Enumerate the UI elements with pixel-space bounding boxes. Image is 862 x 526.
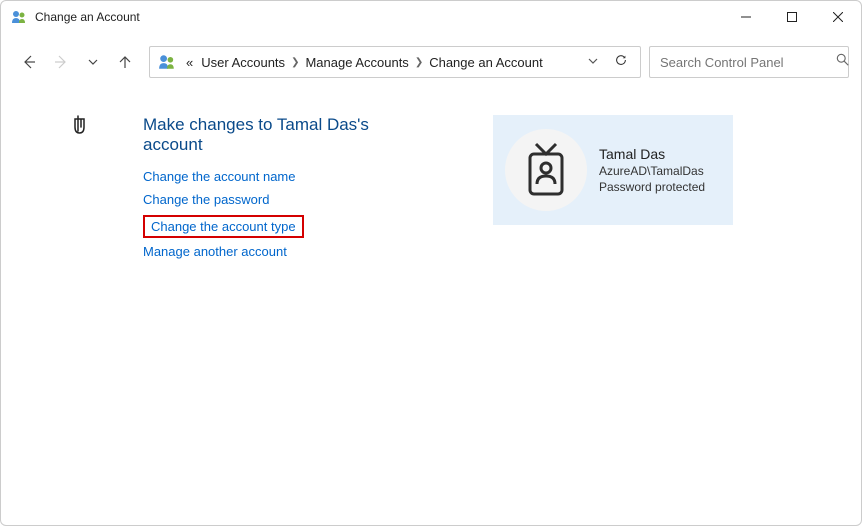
breadcrumb-prefix: « [182,55,197,70]
toolbar: « User Accounts ❯ Manage Accounts ❯ Chan… [1,41,861,83]
address-bar[interactable]: « User Accounts ❯ Manage Accounts ❯ Chan… [149,46,641,78]
account-status: Password protected [599,180,705,194]
page-heading: Make changes to Tamal Das's account [143,115,433,155]
change-password-link[interactable]: Change the password [143,192,269,207]
highlighted-action: Change the account type [143,215,304,238]
search-input[interactable] [660,55,836,70]
search-icon [836,53,850,72]
change-name-link[interactable]: Change the account name [143,169,296,184]
maximize-button[interactable] [769,1,815,33]
recent-dropdown[interactable] [77,46,109,78]
user-accounts-icon [158,53,176,71]
close-button[interactable] [815,1,861,33]
account-info: Tamal Das AzureAD\TamalDas Password prot… [599,146,705,194]
window: Change an Account [0,0,862,526]
change-type-link[interactable]: Change the account type [151,219,296,234]
breadcrumb-user-accounts[interactable]: User Accounts [197,55,289,70]
search-box[interactable] [649,46,849,78]
user-accounts-icon [11,9,27,25]
up-button[interactable] [109,46,141,78]
window-controls [723,1,861,33]
address-bar-right [584,49,632,76]
account-domain: AzureAD\TamalDas [599,164,705,178]
titlebar: Change an Account [1,1,861,33]
account-card[interactable]: Tamal Das AzureAD\TamalDas Password prot… [493,115,733,225]
minimize-button[interactable] [723,1,769,33]
forward-button[interactable] [45,46,77,78]
breadcrumb-manage-accounts[interactable]: Manage Accounts [301,55,412,70]
window-title: Change an Account [35,10,723,24]
chevron-right-icon: ❯ [289,57,301,68]
content-area: « User Accounts ❯ Manage Accounts ❯ Chan… [1,33,861,267]
address-dropdown[interactable] [584,52,602,73]
refresh-button[interactable] [610,49,632,76]
breadcrumb-change-account[interactable]: Change an Account [425,55,546,70]
chevron-right-icon: ❯ [413,57,425,68]
actions-panel: Make changes to Tamal Das's account Chan… [143,115,433,267]
back-button[interactable] [13,46,45,78]
avatar [505,129,587,211]
manage-another-link[interactable]: Manage another account [143,244,287,259]
account-name: Tamal Das [599,146,705,162]
main-content: Make changes to Tamal Das's account Chan… [1,83,861,267]
